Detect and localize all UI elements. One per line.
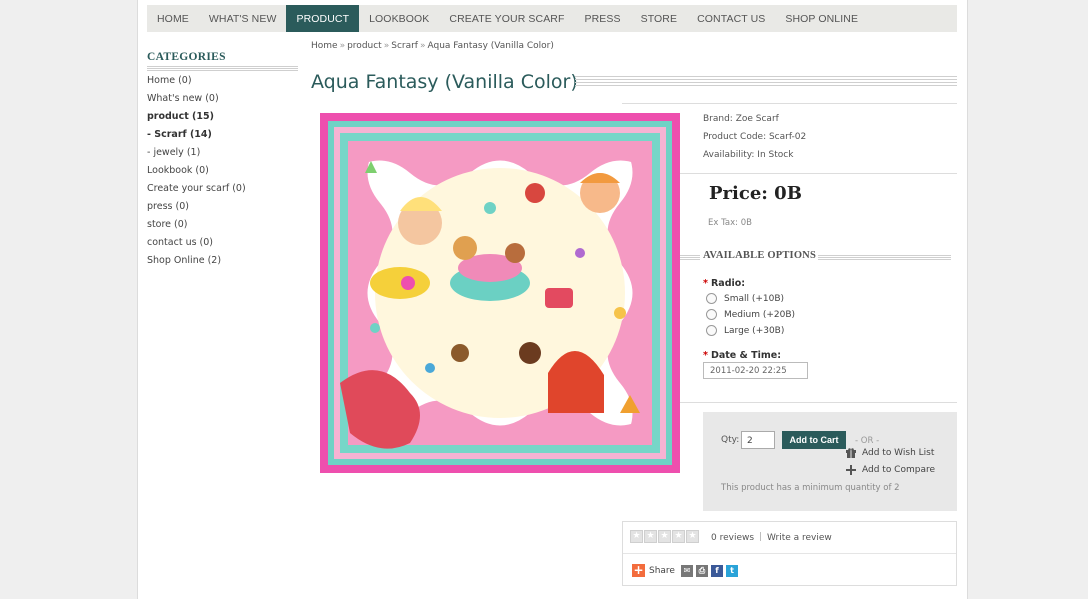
minimum-quantity-note: This product has a minimum quantity of 2 xyxy=(721,483,900,493)
category-item-scrarf[interactable]: - Scrarf (14) xyxy=(147,128,307,146)
nav-create-your-scarf[interactable]: CREATE YOUR SCARF xyxy=(439,5,574,32)
print-icon[interactable]: ⎙ xyxy=(695,564,708,577)
options-heading: AVAILABLE OPTIONS xyxy=(703,250,817,261)
nav-whats-new[interactable]: WHAT'S NEW xyxy=(199,5,287,32)
qty-input[interactable]: 2 xyxy=(741,431,775,449)
add-to-cart-button[interactable]: Add to Cart xyxy=(782,431,846,449)
product-info: Brand: Zoe Scarf Product Code: Scarf-02 … xyxy=(703,113,806,167)
twitter-icon[interactable]: t xyxy=(725,564,738,577)
star-icon: ★ xyxy=(658,530,671,543)
add-to-wishlist-link[interactable]: Add to Wish List xyxy=(846,448,934,458)
required-mark: * xyxy=(703,278,708,289)
category-item-product[interactable]: product (15) xyxy=(147,110,307,128)
radio-label-text: Radio: xyxy=(710,278,746,289)
product-brand: Brand: Zoe Scarf xyxy=(703,114,779,124)
product-price: Price: 0B xyxy=(709,183,802,204)
product-ex-tax: Ex Tax: 0B xyxy=(708,218,752,228)
datetime-input[interactable]: 2011-02-20 22:25 xyxy=(703,362,808,379)
rating-stars: ★ ★ ★ ★ ★ xyxy=(630,530,699,543)
options-heading-rule xyxy=(680,255,700,260)
email-icon[interactable]: ✉ xyxy=(680,564,693,577)
radio-button[interactable] xyxy=(706,325,717,336)
categories-heading: CATEGORIES xyxy=(147,51,226,63)
radio-option-small[interactable]: Small (+10B) xyxy=(706,293,784,304)
category-item-create-your-scarf[interactable]: Create your scarf (0) xyxy=(147,182,307,200)
breadcrumb-scrarf[interactable]: Scrarf xyxy=(391,41,418,51)
review-separator: | xyxy=(759,532,763,542)
wishlist-label: Add to Wish List xyxy=(862,448,935,458)
star-icon: ★ xyxy=(630,530,643,543)
category-item-whats-new[interactable]: What's new (0) xyxy=(147,92,307,110)
product-title: Aqua Fantasy (Vanilla Color) xyxy=(311,71,578,93)
category-item-press[interactable]: press (0) xyxy=(147,200,307,218)
category-item-contact-us[interactable]: contact us (0) xyxy=(147,236,307,254)
required-mark: * xyxy=(703,350,708,361)
write-review-link[interactable]: Write a review xyxy=(767,533,832,543)
star-icon: ★ xyxy=(644,530,657,543)
nav-store[interactable]: STORE xyxy=(631,5,687,32)
cart-box xyxy=(703,412,957,511)
divider xyxy=(623,553,956,554)
radio-option-text: Large (+30B) xyxy=(724,325,785,336)
compare-label: Add to Compare xyxy=(862,465,936,475)
share-bar: + Share ✉ ⎙ f t xyxy=(632,564,738,577)
facebook-icon[interactable]: f xyxy=(710,564,723,577)
star-icon: ★ xyxy=(672,530,685,543)
divider xyxy=(622,103,957,104)
breadcrumb-separator: » xyxy=(419,41,426,51)
reviews-count-link[interactable]: 0 reviews xyxy=(711,533,754,543)
divider xyxy=(680,402,957,403)
breadcrumb-separator: » xyxy=(339,41,346,51)
radio-option-medium[interactable]: Medium (+20B) xyxy=(706,309,795,320)
radio-option-text: Medium (+20B) xyxy=(724,309,796,320)
nav-home[interactable]: HOME xyxy=(147,5,199,32)
category-list: Home (0) What's new (0) product (15) - S… xyxy=(147,74,307,272)
nav-product[interactable]: PRODUCT xyxy=(286,5,360,32)
nav-contact-us[interactable]: CONTACT US xyxy=(687,5,775,32)
plus-icon xyxy=(846,465,856,475)
share-label[interactable]: Share xyxy=(649,566,675,576)
radio-button[interactable] xyxy=(706,293,717,304)
nav-shop-online[interactable]: SHOP ONLINE xyxy=(775,5,868,32)
category-item-jewely[interactable]: - jewely (1) xyxy=(147,146,307,164)
title-rule xyxy=(575,76,957,88)
product-availability: Availability: In Stock xyxy=(703,150,794,160)
options-heading-rule xyxy=(818,255,951,260)
breadcrumb: Home» product» Scrarf» Aqua Fantasy (Vanill… xyxy=(311,41,554,51)
qty-label: Qty: xyxy=(721,435,740,445)
or-separator: - OR - xyxy=(855,436,880,446)
product-code: Product Code: Scarf-02 xyxy=(703,132,807,142)
product-image[interactable] xyxy=(320,113,680,473)
radio-option-text: Small (+10B) xyxy=(724,293,785,304)
main-navigation: HOME WHAT'S NEW PRODUCT LOOKBOOK CREATE … xyxy=(147,5,957,32)
radio-option-large[interactable]: Large (+30B) xyxy=(706,325,784,336)
addthis-plus-icon[interactable]: + xyxy=(632,564,645,577)
datetime-label-text: Date & Time: xyxy=(710,350,782,361)
nav-lookbook[interactable]: LOOKBOOK xyxy=(359,5,439,32)
datetime-option-label: * Date & Time: xyxy=(703,350,781,361)
divider xyxy=(680,173,957,174)
breadcrumb-product[interactable]: product xyxy=(347,41,382,51)
category-item-store[interactable]: store (0) xyxy=(147,218,307,236)
breadcrumb-current[interactable]: Aqua Fantasy (Vanilla Color) xyxy=(428,41,554,51)
breadcrumb-home[interactable]: Home xyxy=(311,41,338,51)
star-icon: ★ xyxy=(686,530,699,543)
radio-button[interactable] xyxy=(706,309,717,320)
category-item-lookbook[interactable]: Lookbook (0) xyxy=(147,164,307,182)
add-to-compare-link[interactable]: Add to Compare xyxy=(846,465,935,475)
category-item-shop-online[interactable]: Shop Online (2) xyxy=(147,254,307,272)
category-item-home[interactable]: Home (0) xyxy=(147,74,307,92)
breadcrumb-separator: » xyxy=(383,41,390,51)
scarf-illustration xyxy=(320,113,680,473)
nav-press[interactable]: PRESS xyxy=(575,5,631,32)
gift-icon xyxy=(846,448,856,458)
radio-option-label: * Radio: xyxy=(703,278,745,289)
categories-heading-rule xyxy=(147,66,298,71)
